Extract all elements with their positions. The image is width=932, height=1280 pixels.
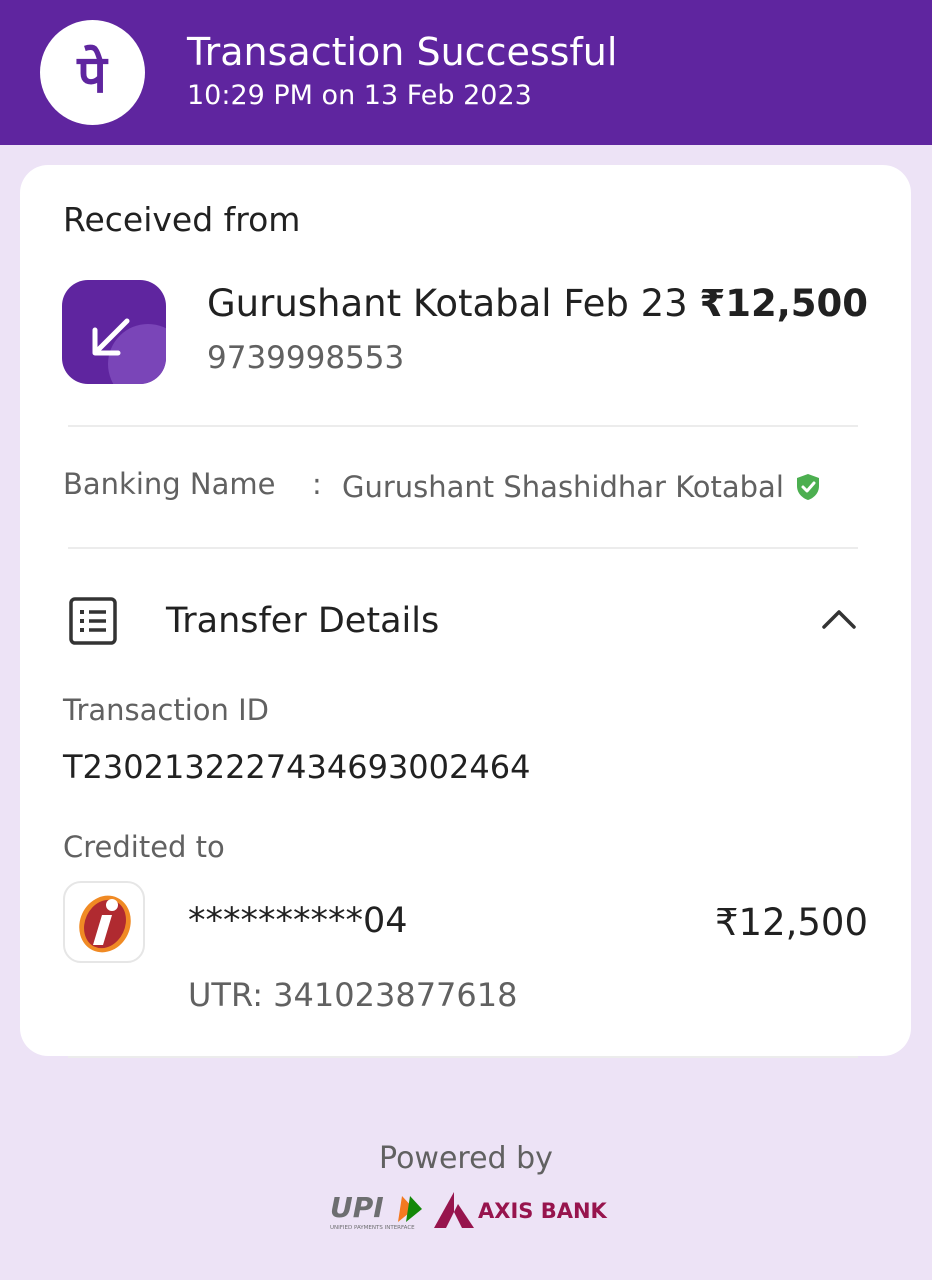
received-amount: ₹12,500 — [699, 282, 868, 325]
header-bar: पे Transaction Successful 10:29 PM on 13… — [0, 0, 932, 145]
axis-bank-logo — [434, 1192, 474, 1228]
transaction-datetime: 10:29 PM on 13 Feb 2023 — [187, 80, 532, 111]
icici-bank-logo — [63, 881, 145, 963]
powered-by-label: Powered by — [379, 1141, 553, 1176]
upi-logo: UPI UNIFIED PAYMENTS INTERFACE — [330, 1191, 422, 1231]
transaction-id-label: Transaction ID — [63, 693, 270, 727]
document-list-icon — [69, 597, 117, 645]
banking-name-label: Banking Name — [63, 467, 276, 501]
transaction-id-value[interactable]: T2302132227434693002464 — [63, 748, 530, 786]
credited-amount: ₹12,500 — [714, 901, 868, 944]
upi-logo-text: UPI — [330, 1191, 384, 1224]
received-from-heading: Received from — [63, 200, 301, 239]
phonepe-logo-glyph: पे — [76, 44, 109, 105]
divider — [68, 1056, 858, 1058]
axis-bank-name: AXIS BANK — [478, 1199, 607, 1223]
arrow-down-left-icon — [62, 280, 166, 384]
payer-name: Gurushant Kotabal Feb 23 — [207, 282, 688, 325]
chevron-up-icon[interactable] — [820, 607, 858, 631]
verified-shield-icon — [797, 474, 819, 500]
banking-name-colon: : — [312, 467, 322, 501]
transaction-card: Received from Gurushant Kotabal Feb 23 ₹… — [20, 165, 911, 1056]
payer-phone: 9739998553 — [207, 340, 405, 376]
credited-to-label: Credited to — [63, 830, 225, 864]
transfer-details-title[interactable]: Transfer Details — [166, 601, 439, 641]
upi-tagline: UNIFIED PAYMENTS INTERFACE — [330, 1225, 415, 1231]
utr-number[interactable]: UTR: 341023877618 — [188, 976, 517, 1014]
phonepe-logo: पे — [40, 20, 145, 125]
page-title: Transaction Successful — [187, 30, 618, 74]
account-number-masked: **********04 — [188, 901, 408, 941]
divider — [68, 425, 858, 427]
divider — [68, 547, 858, 549]
banking-name-value: Gurushant Shashidhar Kotabal — [342, 470, 784, 504]
